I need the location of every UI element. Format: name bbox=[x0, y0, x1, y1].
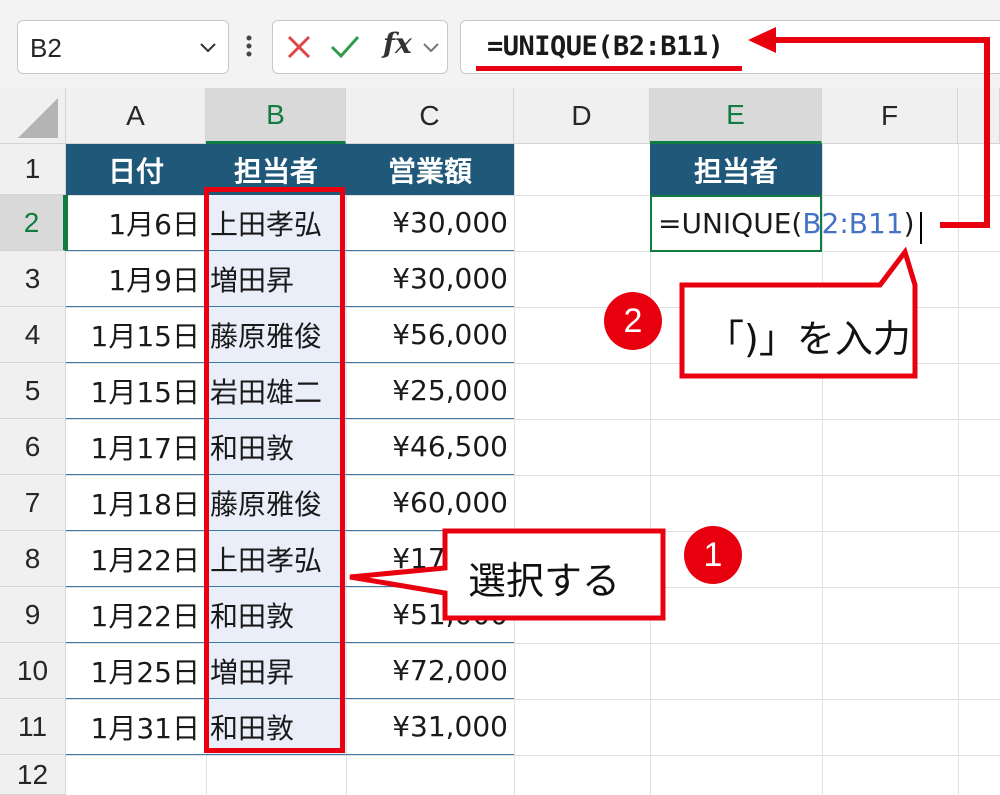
connector-arrow bbox=[772, 37, 990, 228]
callout-2-text: 「)」を入力 bbox=[706, 317, 911, 361]
callout-1-text: 選択する bbox=[468, 559, 621, 603]
arrowhead-icon bbox=[748, 27, 776, 53]
step-1-badge: 1 bbox=[684, 526, 742, 584]
step-2-badge: 2 bbox=[604, 292, 662, 350]
annotation-overlay bbox=[349, 27, 990, 621]
